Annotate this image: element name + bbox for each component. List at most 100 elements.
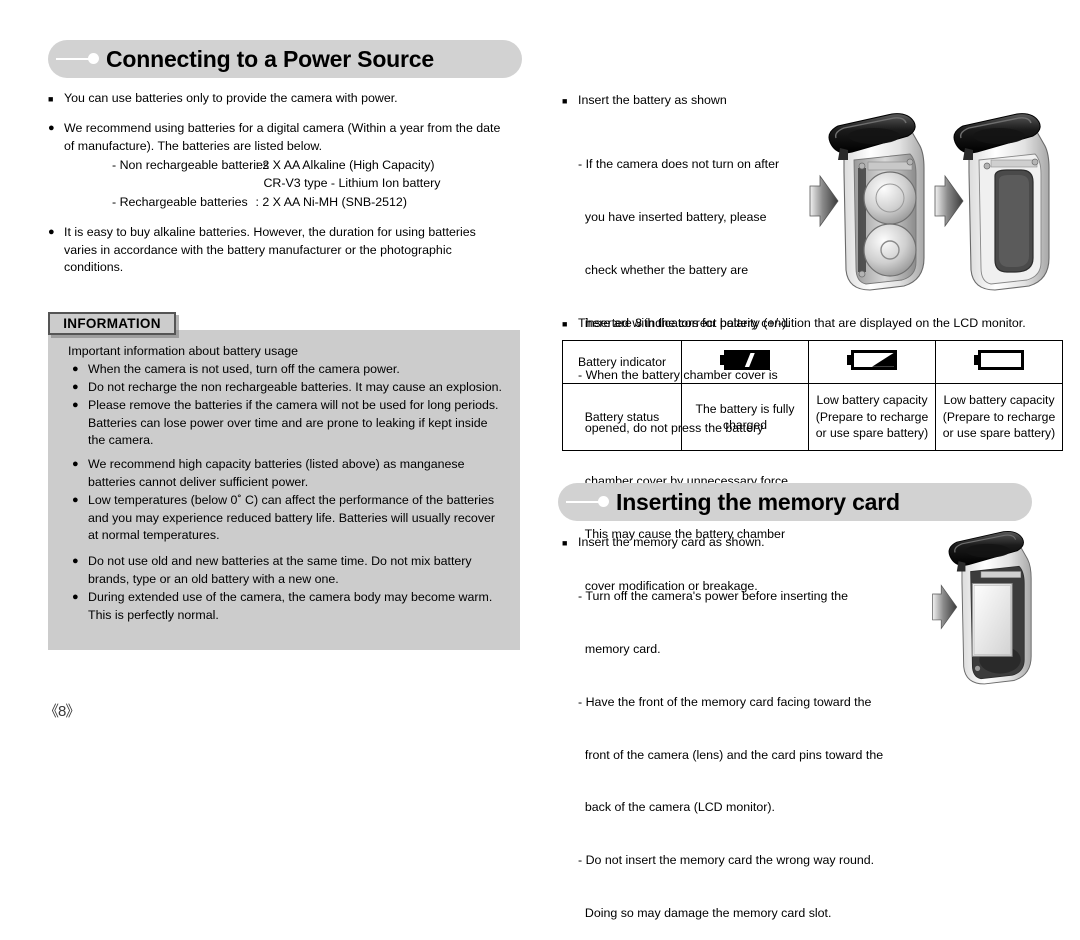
power-alkaline-bullet: ● It is easy to buy alkaline batteries. … [48, 224, 476, 277]
information-item-4-line-1: and you may experience reduced battery l… [88, 510, 496, 525]
power-intro-text: You can use batteries only to provide th… [64, 91, 398, 105]
page-title: Connecting to a Power Source [106, 45, 434, 72]
information-item-3-line-1: batteries cannot deliver sufficient powe… [88, 474, 309, 489]
round-bullet-icon: ● [72, 381, 79, 393]
information-item-0-line-0: When the camera is not used, turn off th… [88, 362, 400, 376]
battery-type-label-2: - Rechargeable batteries [112, 195, 248, 209]
memory-card-note-1: memory card. [578, 641, 661, 656]
section-heading-power: Connecting to a Power Source [48, 40, 522, 78]
information-item-3-line-0: We recommend high capacity batteries (li… [88, 457, 465, 471]
insert-battery-heading-bullet: ■ Insert the battery as shown [562, 92, 727, 110]
section-heading-memory-card: Inserting the memory card [558, 483, 1032, 521]
square-bullet-icon: ■ [48, 94, 54, 104]
battery-status-2-line-2: or use spare battery) [942, 426, 1056, 441]
battery-type-value-1: CR-V3 type - Lithium Ion battery [263, 176, 441, 190]
square-bullet-icon: ■ [562, 96, 568, 106]
battery-status-2-line-0: Low battery capacity [943, 393, 1055, 408]
page-number: 《8》 [44, 703, 80, 720]
information-item-4-line-2: at normal temperatures. [88, 528, 220, 543]
insertion-arrow-icon [809, 174, 839, 228]
power-alkaline-line-3: conditions. [64, 260, 124, 275]
battery-full-icon [720, 349, 770, 370]
pill-lead-decoration [48, 40, 106, 78]
memory-card-note-0: - Turn off the camera's power before ins… [578, 589, 849, 604]
information-tab-label: INFORMATION [63, 316, 161, 331]
battery-type-value-0: : 2 X AA Alkaline (High Capacity) [255, 158, 435, 172]
information-subtitle: Important information about battery usag… [68, 344, 299, 358]
power-recommend-bullet: ● We recommend using batteries for a dig… [48, 120, 500, 155]
power-recommend-line-2: of manufacture). The batteries are liste… [64, 138, 323, 153]
battery-status-2-line-1: (Prepare to recharge [942, 409, 1056, 424]
insert-battery-note-1: you have inserted battery, please [578, 209, 767, 224]
round-bullet-icon: ● [72, 494, 79, 506]
round-bullet-icon: ● [48, 122, 55, 134]
battery-status-row-label: Battery status [562, 383, 682, 451]
information-tab: INFORMATION [48, 312, 176, 335]
pill-knob-icon [88, 53, 99, 64]
information-item-2-line-2: the camera. [88, 433, 154, 448]
battery-status-cell-1: Low battery capacity (Prepare to recharg… [808, 383, 936, 451]
power-alkaline-line-2: varies in accordance with the battery ma… [64, 242, 452, 257]
memory-card-notes: - Turn off the camera's power before ins… [578, 553, 883, 940]
information-item-2-line-0: Please remove the batteries if the camer… [88, 398, 499, 412]
battery-indicator-intro-text: There are 3 indicators for battery condi… [578, 316, 1026, 330]
information-item-2-line-1: Batteries can lose power over time and a… [88, 415, 488, 430]
information-item-5-line-1: brands, type or an old battery with a ne… [88, 571, 339, 586]
battery-indicator-cell-2 [935, 340, 1063, 384]
information-item-1: ● Do not recharge the non rechargeable b… [72, 379, 502, 397]
round-bullet-icon: ● [72, 591, 79, 603]
battery-status-cell-2: Low battery capacity (Prepare to recharg… [935, 383, 1063, 451]
battery-type-row-0: - Non rechargeable batteries : 2 X AA Al… [112, 157, 435, 175]
round-bullet-icon: ● [48, 226, 55, 238]
square-bullet-icon: ■ [562, 538, 568, 548]
insert-battery-note-0: - If the camera does not turn on after [578, 157, 780, 172]
memory-card-note-2: - Have the front of the memory card faci… [578, 694, 872, 709]
memory-card-note-6: Doing so may damage the memory card slot… [578, 905, 832, 920]
insertion-arrow-icon [934, 174, 964, 228]
battery-indicator-row-label: Battery indicator [562, 340, 682, 384]
power-intro-bullet: ■ You can use batteries only to provide … [48, 90, 398, 108]
information-item-5: ● Do not use old and new batteries at th… [72, 553, 472, 588]
insert-battery-heading-text: Insert the battery as shown [578, 93, 727, 107]
camera-memory-card-illustration [932, 531, 1032, 685]
table-row-status: Battery status The battery is fully char… [562, 383, 1063, 451]
information-item-6: ● During extended use of the camera, the… [72, 589, 492, 624]
battery-indicator-intro-bullet: ■ There are 3 indicators for battery con… [562, 315, 1026, 333]
battery-type-label-0: - Non rechargeable batteries [112, 158, 270, 172]
power-recommend-line-1: We recommend using batteries for a digit… [64, 121, 501, 135]
camera-chamber-cover-illustration [934, 113, 1050, 291]
battery-type-value-2: : 2 X AA Ni-MH (SNB-2512) [255, 195, 407, 209]
insert-battery-note-2: check whether the battery are [578, 262, 749, 277]
memory-card-heading-text: Insert the memory card as shown. [578, 535, 765, 549]
battery-status-1-line-0: Low battery capacity [816, 393, 928, 408]
square-bullet-icon: ■ [562, 319, 568, 329]
battery-indicator-cell-0 [681, 340, 809, 384]
memory-card-note-5: - Do not insert the memory card the wron… [578, 853, 875, 868]
memory-card-note-4: back of the camera (LCD monitor). [578, 800, 775, 815]
information-item-6-line-0: During extended use of the camera, the c… [88, 590, 493, 604]
battery-status-0-line-0: The battery is fully [695, 401, 795, 416]
camera-battery-chamber-illustration [809, 113, 925, 291]
battery-status-1-line-1: (Prepare to recharge [815, 409, 929, 424]
round-bullet-icon: ● [72, 555, 79, 567]
pill-knob-icon [598, 496, 609, 507]
information-item-3: ● We recommend high capacity batteries (… [72, 456, 465, 491]
battery-status-0-line-1: charged [722, 418, 768, 432]
round-bullet-icon: ● [72, 458, 79, 470]
round-bullet-icon: ● [72, 363, 79, 375]
pill-lead-decoration [558, 483, 616, 521]
battery-status-cell-0: The battery is fully charged [681, 383, 809, 451]
battery-indicator-cell-1 [808, 340, 936, 384]
information-item-1-line-0: Do not recharge the non rechargeable bat… [88, 380, 502, 394]
battery-type-row-1: CR-V3 type - Lithium Ion battery [112, 175, 440, 193]
information-item-0: ● When the camera is not used, turn off … [72, 361, 400, 379]
round-bullet-icon: ● [72, 399, 79, 411]
battery-type-row-2: - Rechargeable batteries : 2 X AA Ni-MH … [112, 194, 407, 212]
information-item-4-line-0: Low temperatures (below 0˚ C) can affect… [88, 493, 495, 507]
information-item-5-line-0: Do not use old and new batteries at the … [88, 554, 472, 568]
information-item-2: ● Please remove the batteries if the cam… [72, 397, 499, 450]
information-item-6-line-1: This is perfectly normal. [88, 607, 219, 622]
memory-card-title: Inserting the memory card [616, 488, 900, 515]
memory-card-note-3: front of the camera (lens) and the card … [578, 747, 884, 762]
power-alkaline-line-1: It is easy to buy alkaline batteries. Ho… [64, 225, 476, 239]
